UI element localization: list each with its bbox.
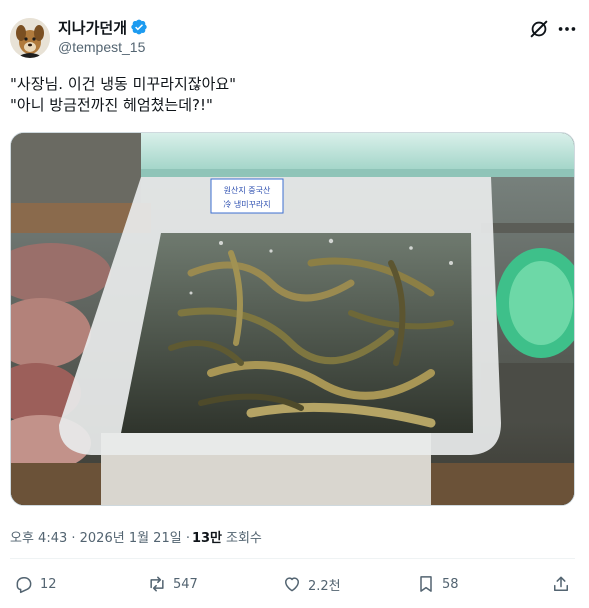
retweet-count: 547 <box>173 576 198 592</box>
display-name-row: 지나가던개 <box>58 17 148 37</box>
retweet-button[interactable]: 547 <box>147 574 198 594</box>
views-label: 조회수 <box>226 530 262 546</box>
retweet-icon <box>150 576 164 592</box>
tweet-text: "사장님. 이건 냉동 미꾸라지잖아요" "아니 방금전까진 헤엄쳤는데?!" <box>10 74 570 116</box>
bookmark-button[interactable]: 58 <box>416 574 459 594</box>
like-button[interactable]: 2.2천 <box>282 574 341 594</box>
verified-badge-icon <box>131 19 147 35</box>
reply-count: 12 <box>40 576 57 592</box>
bookmark-icon <box>420 576 432 592</box>
author-names: 지나가던개 @tempest_15 <box>58 17 148 55</box>
tweet-meta: 오후 4:43 · 2026년 1월 21일 · 13만 조회수 <box>10 527 262 546</box>
reply-icon <box>16 577 32 594</box>
author-handle[interactable]: @tempest_15 <box>58 39 148 55</box>
share-icon <box>554 576 568 591</box>
views-count: 13만 <box>191 530 223 546</box>
tweet-photo[interactable]: 원산지 중국산 冷 냉미꾸라지 <box>10 132 575 506</box>
photo-label-product: 冷 냉미꾸라지 <box>223 199 270 209</box>
more-horizontal-icon[interactable] <box>556 18 578 40</box>
photo-label-origin: 원산지 중국산 <box>224 185 271 195</box>
photo-eels-in-tub: 원산지 중국산 冷 냉미꾸라지 <box>11 133 574 505</box>
grok-slash-icon[interactable] <box>528 18 550 40</box>
share-button[interactable] <box>551 574 571 594</box>
divider <box>10 558 575 559</box>
bookmark-count: 58 <box>442 576 459 592</box>
author-display-name[interactable]: 지나가던개 <box>58 17 127 38</box>
tweet-header: 지나가던개 @tempest_15 <box>10 14 579 62</box>
tweet-actions: 12 547 2.2천 58 <box>0 570 589 600</box>
dog-avatar-icon[interactable] <box>10 18 50 58</box>
reply-button[interactable]: 12 <box>14 574 57 594</box>
heart-icon <box>285 577 299 592</box>
tweet-timestamp[interactable]: 오후 4:43 · 2026년 1월 21일 · <box>10 527 190 546</box>
like-count: 2.2천 <box>308 578 341 594</box>
tweet-text-line-2: "아니 방금전까진 헤엄쳤는데?!" <box>10 96 213 114</box>
tweet-text-line-1: "사장님. 이건 냉동 미꾸라지잖아요" <box>10 75 237 93</box>
